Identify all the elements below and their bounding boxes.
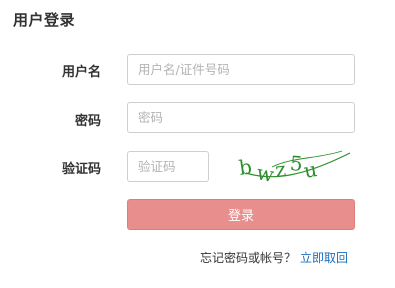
captcha-input[interactable]: [127, 151, 209, 182]
forgot-row: 忘记密码或帐号？ 立即取回: [200, 249, 348, 266]
recover-link[interactable]: 立即取回: [300, 251, 348, 265]
captcha-text: bwz5u: [237, 151, 321, 185]
username-input[interactable]: [127, 54, 355, 85]
password-input[interactable]: [127, 102, 355, 133]
captcha-label: 验证码: [61, 162, 101, 177]
forgot-text: 忘记密码或帐号？: [200, 251, 297, 265]
captcha-char: u: [302, 157, 322, 183]
login-button[interactable]: 登录: [127, 199, 355, 230]
page-title: 用户登录: [13, 11, 76, 29]
captcha-char: z: [274, 157, 290, 182]
login-panel: 用户登录 用户名 密码 验证码 bwz5u 登录 忘记密码或帐号？立即取回: [0, 0, 395, 288]
captcha-image[interactable]: bwz5u: [232, 147, 354, 185]
password-label: 密码: [74, 114, 101, 129]
username-label: 用户名: [61, 65, 101, 80]
captcha-char: b: [237, 154, 256, 180]
